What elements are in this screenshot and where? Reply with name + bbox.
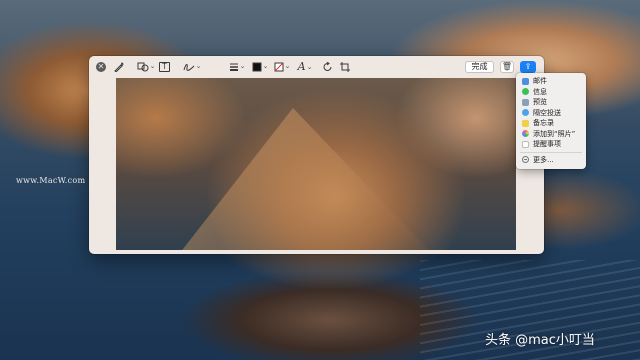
share-menu: 邮件 信息 预览 隔空投送 备忘录 添加到“照片” 提醒事项 更多... (516, 73, 586, 169)
chevron-down-icon: ⌄ (239, 63, 246, 70)
mail-icon (522, 77, 529, 85)
image-preview (116, 78, 516, 250)
menu-item-label: 预览 (533, 98, 547, 107)
menu-item-messages[interactable]: 信息 (516, 87, 586, 98)
chevron-down-icon: ⌄ (149, 63, 156, 70)
chevron-down-icon: ⌄ (262, 63, 269, 70)
text-icon[interactable]: T (159, 62, 170, 72)
markup-pen-icon[interactable] (113, 60, 125, 74)
reminders-icon (522, 140, 529, 148)
text-style-label: A (297, 60, 306, 73)
menu-item-more[interactable]: 更多... (516, 155, 586, 166)
airdrop-icon (522, 109, 529, 117)
menu-item-label: 提醒事项 (533, 140, 561, 149)
share-icon[interactable]: ⇪ (520, 61, 536, 73)
menu-item-label: 隔空投送 (533, 108, 561, 117)
watermark-brand: 头条 @mac小叮当 (485, 333, 595, 348)
markup-toolbar: ✕ ⌄ T ⌄ ⌄ ⌄ ⌄ A ⌄ 完成 🗑 ⇪ (89, 56, 544, 78)
sign-icon[interactable]: ⌄ (181, 60, 203, 74)
more-icon (522, 156, 529, 164)
fill-color-icon[interactable]: ⌄ (272, 60, 292, 74)
photos-icon (522, 130, 529, 138)
crop-icon[interactable] (339, 60, 351, 74)
line-style-icon[interactable]: ⌄ (227, 60, 247, 74)
border-color-icon[interactable]: ⌄ (250, 60, 270, 74)
trash-icon[interactable]: 🗑 (500, 61, 514, 73)
text-style-icon[interactable]: A ⌄ (295, 60, 315, 74)
close-icon[interactable]: ✕ (96, 62, 106, 72)
chevron-down-icon: ⌄ (306, 63, 313, 71)
menu-item-notes[interactable]: 备忘录 (516, 118, 586, 129)
notes-icon (522, 119, 529, 127)
markup-window: ✕ ⌄ T ⌄ ⌄ ⌄ ⌄ A ⌄ 完成 🗑 ⇪ (89, 56, 544, 254)
chevron-down-icon: ⌄ (195, 63, 202, 70)
mountain-peak (176, 108, 436, 250)
menu-divider (520, 151, 582, 153)
shapes-icon[interactable]: ⌄ (135, 60, 157, 74)
chevron-down-icon: ⌄ (284, 63, 291, 70)
menu-item-mail[interactable]: 邮件 (516, 76, 586, 87)
menu-item-reminders[interactable]: 提醒事项 (516, 139, 586, 150)
menu-item-preview[interactable]: 预览 (516, 97, 586, 108)
menu-item-airdrop[interactable]: 隔空投送 (516, 108, 586, 119)
done-button[interactable]: 完成 (465, 61, 494, 73)
preview-icon (522, 98, 529, 106)
menu-item-label: 信息 (533, 87, 547, 96)
menu-item-label: 更多... (533, 155, 554, 164)
watermark-site: www.MacW.com (16, 176, 86, 185)
menu-item-label: 添加到“照片” (533, 129, 576, 138)
menu-item-label: 邮件 (533, 77, 547, 86)
rotate-icon[interactable] (322, 60, 334, 74)
menu-item-label: 备忘录 (533, 119, 554, 128)
messages-icon (522, 88, 529, 96)
menu-item-photos[interactable]: 添加到“照片” (516, 129, 586, 140)
